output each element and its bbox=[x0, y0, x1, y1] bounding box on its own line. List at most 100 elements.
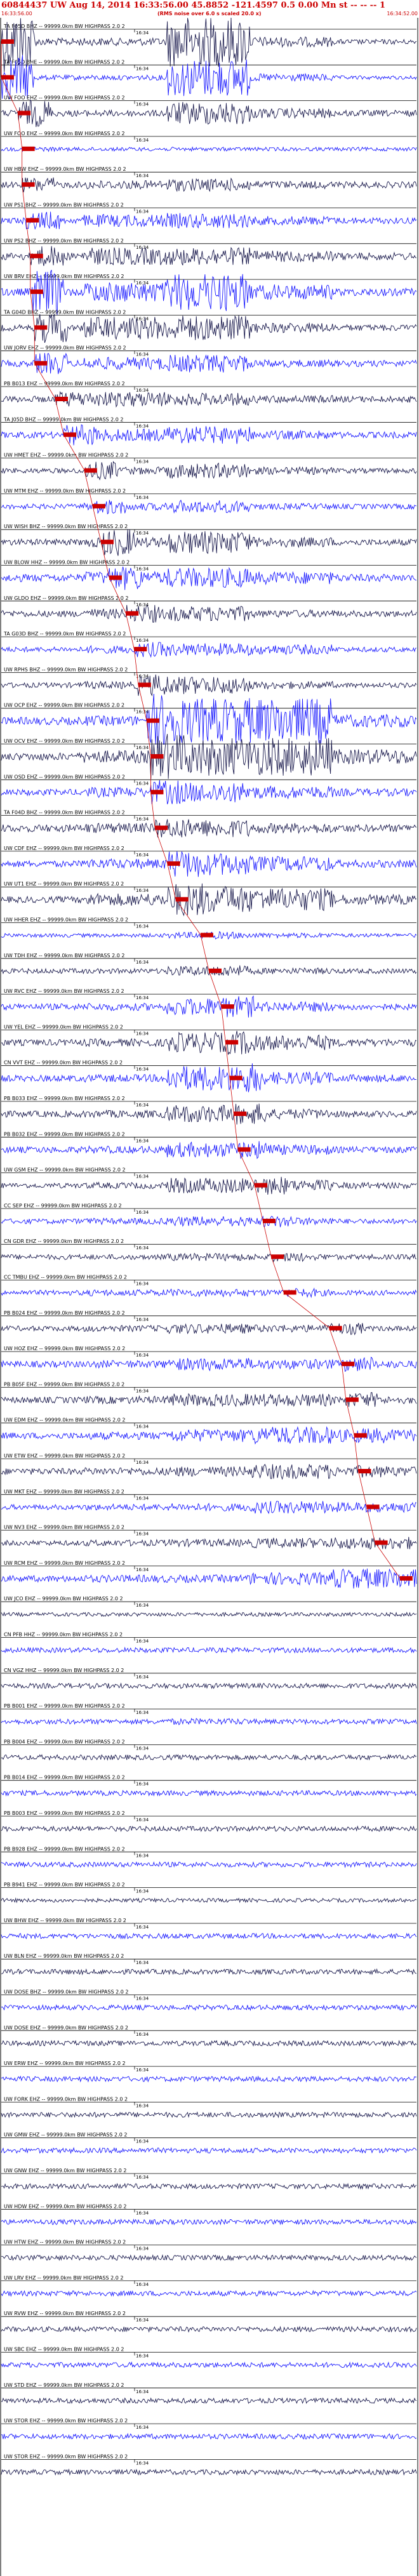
phase-pick bbox=[138, 682, 151, 687]
trace-row: UW CDF EHZ -- 99999.0km BW HIGHPASS 2.0 … bbox=[1, 846, 417, 877]
trace-row: UW YEL EHZ -- 99999.0km BW HIGHPASS 2.0 … bbox=[1, 1024, 417, 1055]
waveform bbox=[1, 674, 417, 696]
rms-note: (RMS noise over 6.0 s scaled 20.0 x) bbox=[157, 11, 262, 17]
time-tick-label: 16:34 bbox=[136, 781, 149, 786]
trace-row: PB B014 EHZ -- 99999.0km BW HIGHPASS 2.0… bbox=[1, 1775, 417, 1797]
time-tick-label: 16:34 bbox=[136, 1067, 149, 1072]
station-label: UW BHW EHZ -- 99999.0km BW HIGHPASS 2.0 … bbox=[4, 1918, 126, 1923]
station-label: CN GDR EHZ -- 99999.0km BW HIGHPASS 2.0 … bbox=[4, 1238, 124, 1244]
trace-row: TA F04D BHZ -- 99999.0km BW HIGHPASS 2.0… bbox=[1, 810, 417, 838]
waveform bbox=[1, 1537, 417, 1550]
time-tick-label: 16:34 bbox=[136, 1103, 149, 1108]
time-tick-label: 16:34 bbox=[136, 745, 149, 750]
trace-row: PB B024 EHZ -- 99999.0km BW HIGHPASS 2.0… bbox=[1, 1310, 417, 1336]
trace-row: UW RPHS BHZ -- 99999.0km BW HIGHPASS 2.0… bbox=[1, 667, 417, 696]
trace-row: CN GDR EHZ -- 99999.0km BW HIGHPASS 2.0 … bbox=[1, 1238, 417, 1263]
waveform bbox=[1, 2040, 417, 2047]
waveform bbox=[1, 1176, 417, 1195]
trace-row: UW JCO EHZ -- 99999.0km BW HIGHPASS 2.0 … bbox=[1, 1596, 417, 1617]
time-tick-label: 16:34 bbox=[136, 2247, 149, 2252]
trace-row: UW ETW EHZ -- 99999.0km BW HIGHPASS 2.0 … bbox=[1, 1453, 417, 1480]
waveform bbox=[1, 2397, 417, 2405]
station-label: UW ETW EHZ -- 99999.0km BW HIGHPASS 2.0 … bbox=[4, 1453, 125, 1459]
trace-row: PB B003 EHZ -- 99999.0km BW HIGHPASS 2.0… bbox=[1, 1810, 417, 1833]
trace-row: UW STOR EHZ -- 99999.0km BW HIGHPASS 2.0… bbox=[1, 2418, 417, 2440]
trace-row: UW FOO EHZ -- 99999.0km BW HIGHPASS 2.0 … bbox=[1, 131, 417, 152]
waveform bbox=[1, 1718, 417, 1725]
time-tick-label: 16:34 bbox=[136, 1282, 149, 1287]
waveform bbox=[1, 780, 417, 805]
station-label: PB B024 EHZ -- 99999.0km BW HIGHPASS 2.0… bbox=[4, 1310, 125, 1316]
trace-row: CC TMBU EHZ -- 99999.0km BW HIGHPASS 2.0… bbox=[1, 1275, 417, 1298]
time-tick-label: 16:34 bbox=[136, 423, 149, 428]
station-label: UW HTW EHZ -- 99999.0km BW HIGHPASS 2.0 … bbox=[4, 2240, 126, 2245]
station-label: PB B004 EHZ -- 99999.0km BW HIGHPASS 2.0… bbox=[4, 1739, 125, 1744]
trace-row: UW FORK EHZ -- 99999.0km BW HIGHPASS 2.0… bbox=[1, 2096, 417, 2119]
station-label: PB B05F EHZ -- 99999.0km BW HIGHPASS 2.0… bbox=[4, 1381, 124, 1387]
seismogram-plot: TA F05D BHZ -- 99999.0km BW HIGHPASS 2.0… bbox=[0, 18, 418, 2576]
station-label: UW RCM EHZ -- 99999.0km BW HIGHPASS 2.0 … bbox=[4, 1560, 125, 1566]
trace-row: CN VGZ HHZ -- 99999.0km BW HIGHPASS 2.0 … bbox=[1, 1668, 417, 1690]
phase-pick bbox=[84, 468, 97, 473]
trace-row: UW GSM EHZ -- 99999.0km BW HIGHPASS 2.0 … bbox=[1, 1167, 417, 1195]
phase-pick bbox=[237, 1147, 251, 1152]
phase-pick bbox=[109, 575, 123, 580]
trace-row: UW UT1 EHZ -- 99999.0km BW HIGHPASS 2.0 … bbox=[1, 881, 417, 917]
station-label: UW HOZ EHZ -- 99999.0km BW HIGHPASS 2.0 … bbox=[4, 1346, 125, 1351]
phase-pick bbox=[92, 503, 105, 508]
time-tick-label: 16:34 bbox=[136, 960, 149, 965]
trace-row: CN VVT EHZ -- 99999.0km BW HIGHPASS 2.0 … bbox=[1, 1060, 417, 1092]
trace-row: PB B941 EHZ -- 99999.0km BW HIGHPASS 2.0… bbox=[1, 1882, 417, 1904]
trace-row: PB B001 EHZ -- 99999.0km BW HIGHPASS 2.0… bbox=[1, 1703, 417, 1725]
waveform bbox=[1, 1646, 417, 1654]
time-tick-label: 16:34 bbox=[136, 1639, 149, 1644]
station-label: TA J05D BHZ -- 99999.0km BW HIGHPASS 2.0… bbox=[3, 416, 124, 422]
trace-row: TA G04D BHZ -- 99999.0km BW HIGHPASS 2.0… bbox=[1, 309, 417, 343]
station-label: PB B033 EHZ -- 99999.0km BW HIGHPASS 2.0… bbox=[4, 1096, 125, 1101]
station-label: CN VVT EHZ -- 99999.0km BW HIGHPASS 2.0 … bbox=[4, 1060, 123, 1066]
waveform bbox=[1, 1215, 417, 1228]
waveform bbox=[1, 246, 417, 266]
waveform bbox=[1, 1103, 417, 1125]
station-label: UW FORK EHZ -- 99999.0km BW HIGHPASS 2.0… bbox=[4, 2096, 128, 2102]
trace-row: UW RCM EHZ -- 99999.0km BW HIGHPASS 2.0 … bbox=[1, 1560, 417, 1589]
phase-pick bbox=[167, 861, 180, 866]
time-tick-label: 16:34 bbox=[136, 2103, 149, 2108]
station-label: UW FOO EHZ -- 99999.0km BW HIGHPASS 2.0 … bbox=[4, 95, 125, 101]
phase-pick bbox=[154, 825, 168, 830]
time-tick-label: 16:34 bbox=[136, 2032, 149, 2037]
trace-row: UW ERW EHZ -- 99999.0km BW HIGHPASS 2.0 … bbox=[1, 2061, 417, 2083]
trace-row: UW STOR EHZ -- 99999.0km BW HIGHPASS 2.0… bbox=[1, 2453, 417, 2476]
waveform bbox=[1, 146, 417, 152]
time-tick-label: 16:34 bbox=[136, 1567, 149, 1572]
trace-row: UW DOSE EHZ -- 99999.0km BW HIGHPASS 2.0… bbox=[1, 2025, 417, 2047]
time-tick-label: 16:34 bbox=[136, 30, 149, 36]
station-label: CN VGZ HHZ -- 99999.0km BW HIGHPASS 2.0 … bbox=[4, 1668, 124, 1673]
trace-row: UW PS1 BHZ -- 99999.0km BW HIGHPASS 2.0 … bbox=[1, 202, 417, 230]
station-label: UW SBC EHZ -- 99999.0km BW HIGHPASS 2.0 … bbox=[4, 2347, 124, 2353]
waveform bbox=[1, 2325, 417, 2333]
phase-pick bbox=[342, 1362, 355, 1367]
waveform bbox=[1, 1861, 417, 1868]
phase-pick bbox=[283, 1290, 296, 1295]
trace-row: UW GLDO EHZ -- 99999.0km BW HIGHPASS 2.0… bbox=[1, 595, 417, 623]
trace-row: TA G03D BHZ -- 99999.0km BW HIGHPASS 2.0… bbox=[1, 631, 417, 658]
time-tick-label: 16:34 bbox=[136, 316, 149, 321]
phase-pick bbox=[26, 218, 39, 223]
waveform bbox=[1, 1501, 417, 1515]
waveform bbox=[1, 2254, 417, 2262]
waveform bbox=[1, 2361, 417, 2368]
phase-pick bbox=[358, 1469, 371, 1473]
station-label: PB B032 EHZ -- 99999.0km BW HIGHPASS 2.0… bbox=[4, 1131, 125, 1137]
phase-pick bbox=[126, 611, 139, 616]
trace-row: UW JORV EHZ -- 99999.0km BW HIGHPASS 2.0… bbox=[1, 345, 417, 375]
phase-pick bbox=[271, 1254, 284, 1259]
waveform bbox=[1, 883, 417, 917]
trace-row: UW MTM EHZ -- 99999.0km BW HIGHPASS 2.0 … bbox=[1, 488, 417, 515]
station-label: UW NV3 EHZ -- 99999.0km BW HIGHPASS 2.0 … bbox=[4, 1525, 124, 1530]
phase-pick bbox=[200, 933, 213, 938]
time-tick-label: 16:34 bbox=[136, 1245, 149, 1251]
station-label: UW GSM EHZ -- 99999.0km BW HIGHPASS 2.0 … bbox=[4, 1167, 126, 1173]
time-tick-label: 16:34 bbox=[136, 638, 149, 643]
phase-pick bbox=[1, 39, 14, 44]
